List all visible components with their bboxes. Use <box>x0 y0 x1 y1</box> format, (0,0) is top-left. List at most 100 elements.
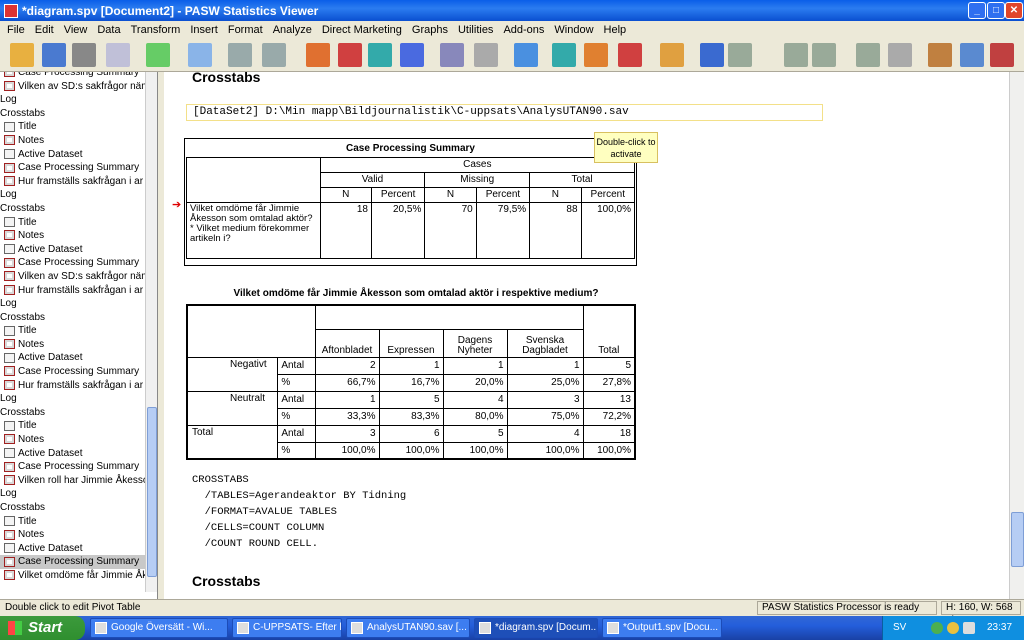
show-icon[interactable] <box>888 43 912 67</box>
outline-item[interactable]: Vilken av SD:s sakfrågor näm <box>0 80 157 94</box>
outline-item[interactable]: Log <box>0 487 157 501</box>
menu-insert[interactable]: Insert <box>185 24 223 36</box>
forward-icon[interactable] <box>784 43 808 67</box>
outline-item[interactable]: Active Dataset <box>0 148 157 162</box>
outline-item[interactable]: Notes <box>0 433 157 447</box>
close-button[interactable]: ✕ <box>1005 2 1023 19</box>
menu-utilities[interactable]: Utilities <box>453 24 498 36</box>
redo-icon[interactable] <box>262 43 286 67</box>
menu-edit[interactable]: Edit <box>30 24 59 36</box>
minimize-button[interactable]: _ <box>968 2 986 19</box>
menu-format[interactable]: Format <box>223 24 268 36</box>
print-preview-icon[interactable] <box>106 43 130 67</box>
chart-icon[interactable] <box>400 43 424 67</box>
outline-item[interactable]: Title <box>0 419 157 433</box>
outline-item[interactable]: Case Processing Summary <box>0 365 157 379</box>
taskbar-button[interactable]: *Output1.spv [Docu... <box>602 618 722 638</box>
outline-item[interactable]: Active Dataset <box>0 243 157 257</box>
insert-heading-icon[interactable] <box>960 43 984 67</box>
taskbar-button[interactable]: AnalysUTAN90.sav [... <box>346 618 470 638</box>
outline-item[interactable]: Crosstabs <box>0 311 157 325</box>
outline-item[interactable]: Notes <box>0 229 157 243</box>
outline-item[interactable]: Case Processing Summary <box>0 256 157 270</box>
outline-scrollbar[interactable] <box>145 72 157 592</box>
outline-item[interactable]: Notes <box>0 528 157 542</box>
collapse-icon[interactable] <box>856 43 880 67</box>
weight-cases-icon[interactable] <box>474 43 498 67</box>
value-labels-icon[interactable] <box>552 43 576 67</box>
output-scrollbar[interactable] <box>1009 72 1024 599</box>
pivot-icon[interactable] <box>584 43 608 67</box>
menu-file[interactable]: File <box>2 24 30 36</box>
outline-scroll-thumb[interactable] <box>147 407 157 577</box>
outline-item[interactable]: Title <box>0 216 157 230</box>
outline-item[interactable]: Crosstabs <box>0 107 157 121</box>
start-button[interactable]: Start <box>0 616 85 640</box>
export-icon[interactable] <box>146 43 170 67</box>
taskbar-button[interactable]: *diagram.spv [Docum... <box>474 618 598 638</box>
network-icon[interactable] <box>931 622 943 634</box>
outline-item[interactable]: Title <box>0 324 157 338</box>
select-cases-icon[interactable] <box>440 43 464 67</box>
save-icon[interactable] <box>42 43 66 67</box>
crosstabs-heading-2[interactable]: Crosstabs <box>192 573 260 589</box>
outline-item[interactable]: Vilket omdöme får Jimmie Åk <box>0 569 157 583</box>
volume-icon[interactable] <box>963 622 975 634</box>
case-processing-table[interactable]: Case Processing Summary Cases Valid Missi… <box>184 138 637 266</box>
split-file-icon[interactable] <box>514 43 538 67</box>
hide-icon[interactable] <box>928 43 952 67</box>
menu-help[interactable]: Help <box>599 24 632 36</box>
designate-window-icon[interactable] <box>700 43 724 67</box>
menu-analyze[interactable]: Analyze <box>268 24 317 36</box>
back-icon[interactable] <box>728 43 752 67</box>
outline-item[interactable]: Hur framställs sakfrågan i ar <box>0 284 157 298</box>
menu-add-ons[interactable]: Add-ons <box>498 24 549 36</box>
goto-case-icon[interactable] <box>338 43 362 67</box>
security-icon[interactable] <box>947 622 959 634</box>
outline-item[interactable]: Vilken av SD:s sakfrågor näm <box>0 270 157 284</box>
goto-data-icon[interactable] <box>306 43 330 67</box>
taskbar-button[interactable]: Google Översätt - Wi... <box>90 618 228 638</box>
outline-item[interactable]: Active Dataset <box>0 542 157 556</box>
maximize-button[interactable]: □ <box>987 2 1005 19</box>
menu-data[interactable]: Data <box>92 24 125 36</box>
recall-dialog-icon[interactable] <box>188 43 212 67</box>
taskbar-button[interactable]: C-UPPSATS- Efter ha... <box>232 618 342 638</box>
crosstab-table[interactable]: Total Aftonbladet Expressen Dagens Nyheter… <box>186 304 636 460</box>
crosstabs-heading[interactable]: Crosstabs <box>192 72 260 85</box>
outline-item[interactable]: Title <box>0 120 157 134</box>
print-icon[interactable] <box>72 43 96 67</box>
outline-item[interactable]: Active Dataset <box>0 447 157 461</box>
outline-item[interactable]: Notes <box>0 338 157 352</box>
menu-window[interactable]: Window <box>549 24 598 36</box>
open-icon[interactable] <box>10 43 34 67</box>
outline-item[interactable]: Crosstabs <box>0 501 157 515</box>
outline-item[interactable]: Log <box>0 188 157 202</box>
menu-graphs[interactable]: Graphs <box>407 24 453 36</box>
outline-item[interactable]: Case Processing Summary <box>0 72 157 80</box>
menu-direct-marketing[interactable]: Direct Marketing <box>317 24 407 36</box>
outline-item[interactable]: Active Dataset <box>0 351 157 365</box>
outline-item[interactable]: Crosstabs <box>0 202 157 216</box>
script-icon[interactable] <box>618 43 642 67</box>
outline-item[interactable]: Hur framställs sakfrågan i ar <box>0 379 157 393</box>
outline-item[interactable]: Log <box>0 93 157 107</box>
outline-item[interactable]: Notes <box>0 134 157 148</box>
syntax-block[interactable]: CROSSTABS /TABLES=Agerandeaktor BY Tidni… <box>192 472 406 552</box>
menu-view[interactable]: View <box>59 24 93 36</box>
dataset-path[interactable]: [DataSet2] D:\Min mapp\Bildjournalistik\… <box>186 104 823 121</box>
variables-icon[interactable] <box>368 43 392 67</box>
outline-item[interactable]: Log <box>0 392 157 406</box>
outline-item[interactable]: Case Processing Summary <box>0 161 157 175</box>
outline-item[interactable]: Case Processing Summary <box>0 460 157 474</box>
undo-icon[interactable] <box>228 43 252 67</box>
outline-item[interactable]: Hur framställs sakfrågan i ar <box>0 175 157 189</box>
outline-item[interactable]: Case Processing Summary <box>0 555 157 569</box>
outline-item[interactable]: Log <box>0 297 157 311</box>
outline-item[interactable]: Crosstabs <box>0 406 157 420</box>
outline-item[interactable]: Vilken roll har Jimmie Åkesso <box>0 474 157 488</box>
edit-icon[interactable] <box>660 43 684 67</box>
menu-transform[interactable]: Transform <box>126 24 186 36</box>
insert-title-icon[interactable] <box>990 43 1014 67</box>
outline-item[interactable]: Title <box>0 515 157 529</box>
